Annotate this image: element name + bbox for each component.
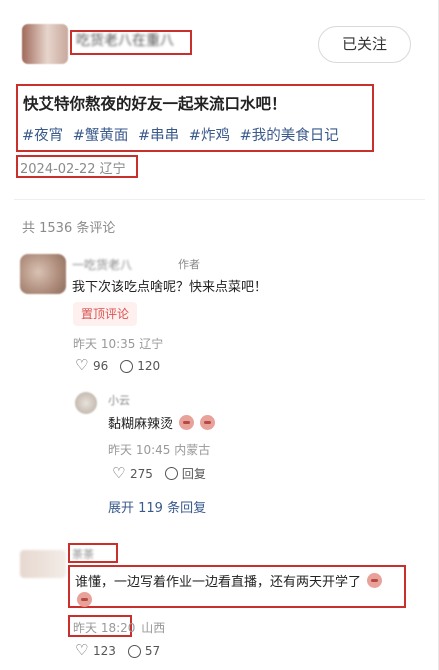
comment-actions: 123 57 <box>75 641 161 659</box>
heart-icon[interactable] <box>75 641 89 659</box>
author-avatar[interactable] <box>22 24 68 64</box>
reply-actions: 275 回复 <box>112 464 206 482</box>
tag-skewers[interactable]: #串串 <box>138 128 179 144</box>
comment-actions: 96 120 <box>75 356 161 374</box>
comment-count: 共 1536 条评论 <box>22 221 116 236</box>
reply-meta: 昨天 10:45 内蒙古 <box>108 443 211 457</box>
author-name[interactable]: 吃货老八在重八 <box>72 32 190 54</box>
like-count: 123 <box>93 644 116 658</box>
tag-night-snack[interactable]: #夜宵 <box>22 128 63 144</box>
pig-emoji-icon <box>200 415 216 430</box>
commenter-name[interactable]: 一吃货老八 <box>72 256 132 273</box>
post-date: 2024-02-22 辽宁 <box>20 162 126 177</box>
comment-time: 昨天 18:20 <box>73 621 136 635</box>
pinned-badge: 置顶评论 <box>73 302 138 326</box>
reply-text-content: 黏糊麻辣烫 <box>108 417 174 432</box>
comment-text: 我下次该吃点啥呢？快来点菜吧！ <box>72 280 268 295</box>
comment-bubble-icon[interactable] <box>120 359 134 373</box>
reply-text: 黏糊麻辣烫 <box>108 413 216 432</box>
tag-fried-chicken[interactable]: #炸鸡 <box>189 128 230 144</box>
comment-text-line2 <box>75 590 92 609</box>
like-count: 96 <box>93 359 109 373</box>
pig-emoji-icon <box>179 415 195 430</box>
reply-avatar[interactable] <box>75 392 97 414</box>
pig-emoji-icon <box>367 573 383 588</box>
post-title: 快艾特你熬夜的好友一起来流口水吧！ <box>23 95 287 113</box>
commenter-avatar[interactable] <box>20 254 66 294</box>
expand-replies-button[interactable]: 展开 119 条回复 <box>108 497 206 516</box>
commenter-avatar[interactable] <box>20 550 66 578</box>
reply-count: 120 <box>137 359 161 373</box>
reply-name[interactable]: 小云 <box>108 392 130 408</box>
comment-text: 谁懂，一边写着作业一边看直播，还有两天开学了 <box>75 571 383 590</box>
follow-button[interactable]: 已关注 <box>318 26 411 63</box>
pig-emoji-icon <box>77 592 92 607</box>
reply-button-label[interactable]: 回复 <box>182 465 206 482</box>
divider <box>14 199 425 200</box>
tag-crab-noodle[interactable]: #蟹黄面 <box>73 128 129 144</box>
comment-bubble-icon[interactable] <box>164 467 178 480</box>
comment-bubble-icon[interactable] <box>127 644 141 658</box>
comment-meta: 昨天 18:20 山西 <box>73 619 165 636</box>
comment-location: 山西 <box>141 621 166 635</box>
reply-like-count: 275 <box>130 466 153 481</box>
tag-list: #夜宵 #蟹黄面 #串串 #炸鸡 #我的美食日记 <box>22 124 344 145</box>
commenter-name[interactable]: 茶茶 <box>72 546 94 562</box>
author-badge: 作者 <box>178 258 200 271</box>
comment-text-content: 谁懂，一边写着作业一边看直播，还有两天开学了 <box>75 575 362 590</box>
tag-food-diary[interactable]: #我的美食日记 <box>240 128 339 144</box>
comment-meta: 昨天 10:35 辽宁 <box>73 337 164 351</box>
heart-icon[interactable] <box>112 464 126 482</box>
reply-count: 57 <box>144 644 161 658</box>
heart-icon[interactable] <box>75 356 89 374</box>
